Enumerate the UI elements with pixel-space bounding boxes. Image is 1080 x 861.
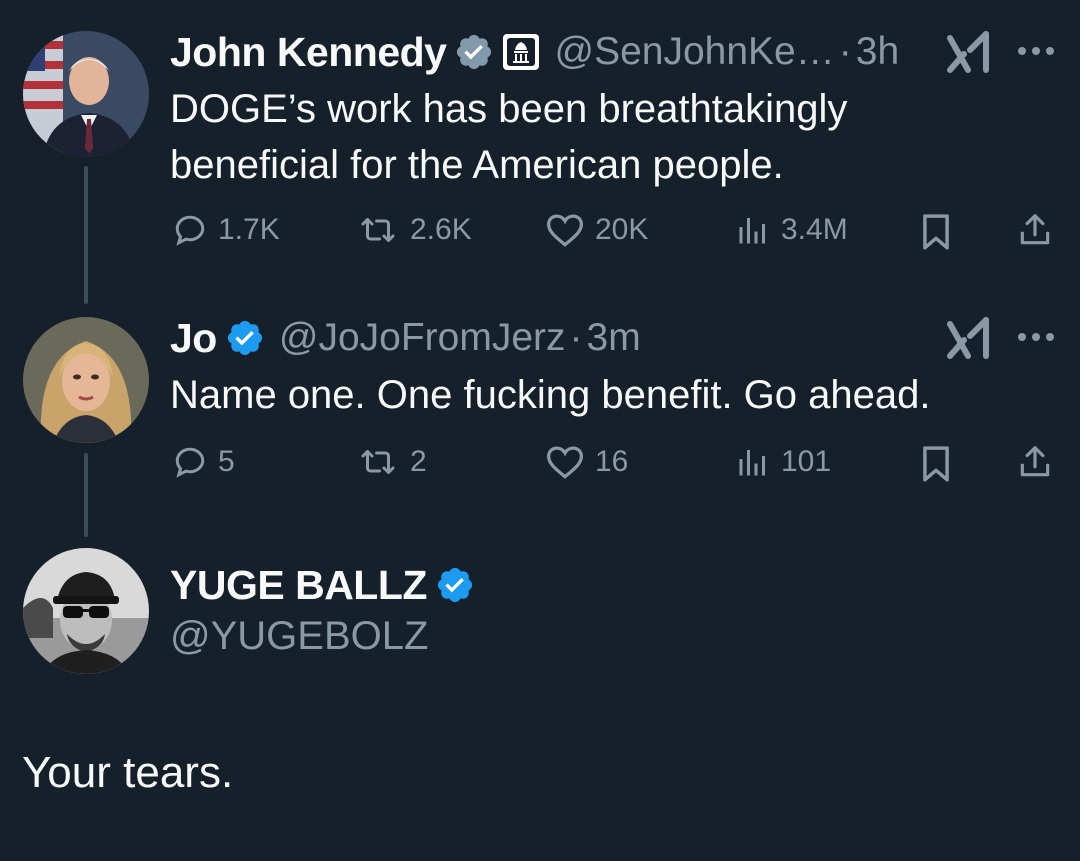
verified-badge-icon — [435, 565, 475, 605]
avatar-jo[interactable] — [23, 317, 149, 443]
display-name[interactable]: Jo — [170, 315, 217, 362]
retweet-icon — [361, 450, 395, 474]
reply-count: 5 — [218, 445, 235, 478]
verified-badge-icon — [225, 318, 265, 358]
reply-button[interactable]: 5 — [172, 444, 235, 480]
retweet-button[interactable]: 2.6K — [356, 212, 472, 248]
tweet-header: John Kennedy @SenJohnKe… · 3h — [170, 28, 899, 76]
display-name[interactable]: John Kennedy — [170, 29, 447, 76]
bookmark-icon[interactable] — [920, 445, 952, 488]
grok-icon[interactable] — [946, 30, 992, 79]
tweet-header: Jo @JoJoFromJerz · 3m — [170, 314, 641, 362]
views-count: 3.4M — [781, 213, 848, 246]
views-count: 101 — [781, 445, 832, 478]
grok-icon[interactable] — [946, 316, 992, 365]
thread-line — [84, 166, 88, 304]
thread-line — [84, 453, 88, 537]
bookmark-icon[interactable] — [920, 213, 952, 256]
like-button[interactable]: 16 — [545, 444, 628, 480]
handle[interactable]: @YUGEBOLZ — [170, 614, 428, 659]
reply-text: Your tears. — [22, 748, 234, 797]
timestamp[interactable]: 3m — [587, 316, 641, 360]
handle[interactable]: @JoJoFromJerz — [279, 316, 566, 360]
like-icon — [546, 214, 584, 247]
verified-badge-icon — [454, 32, 494, 72]
handle[interactable]: @SenJohnKe… — [554, 30, 834, 74]
tweet-text: Name one. One fucking benefit. Go ahead. — [170, 373, 931, 417]
views-button[interactable]: 3.4M — [735, 212, 848, 248]
display-name[interactable]: YUGE BALLZ — [170, 562, 427, 609]
retweet-count: 2.6K — [410, 213, 472, 246]
separator: · — [838, 30, 852, 73]
share-icon[interactable] — [1016, 211, 1054, 254]
tweet-text-line: beneficial for the American people. — [170, 143, 784, 187]
timestamp[interactable]: 3h — [856, 30, 899, 74]
retweet-button[interactable]: 2 — [356, 444, 427, 480]
reply-button[interactable]: 1.7K — [172, 212, 280, 248]
government-badge-icon — [502, 33, 540, 71]
separator: · — [569, 316, 583, 359]
share-icon[interactable] — [1016, 443, 1054, 486]
more-icon[interactable] — [1016, 44, 1056, 62]
avatar-yuge[interactable] — [23, 548, 149, 674]
views-icon — [739, 218, 765, 244]
more-icon[interactable] — [1016, 330, 1056, 348]
retweet-icon — [361, 218, 395, 242]
avatar-kennedy[interactable] — [23, 31, 149, 157]
views-icon — [739, 450, 765, 476]
like-button[interactable]: 20K — [545, 212, 648, 248]
reply-count: 1.7K — [218, 213, 280, 246]
tweet-text: DOGE’s work has been breathtakingly bene… — [170, 81, 1050, 193]
retweet-count: 2 — [410, 445, 427, 478]
like-icon — [546, 446, 584, 479]
reply-icon — [175, 447, 205, 478]
views-button[interactable]: 101 — [735, 444, 831, 480]
like-count: 16 — [595, 445, 629, 478]
reply-header: YUGE BALLZ — [170, 561, 475, 609]
like-count: 20K — [595, 213, 649, 246]
tweet-text-line: DOGE’s work has been breathtakingly — [170, 87, 848, 131]
reply-icon — [175, 215, 205, 246]
